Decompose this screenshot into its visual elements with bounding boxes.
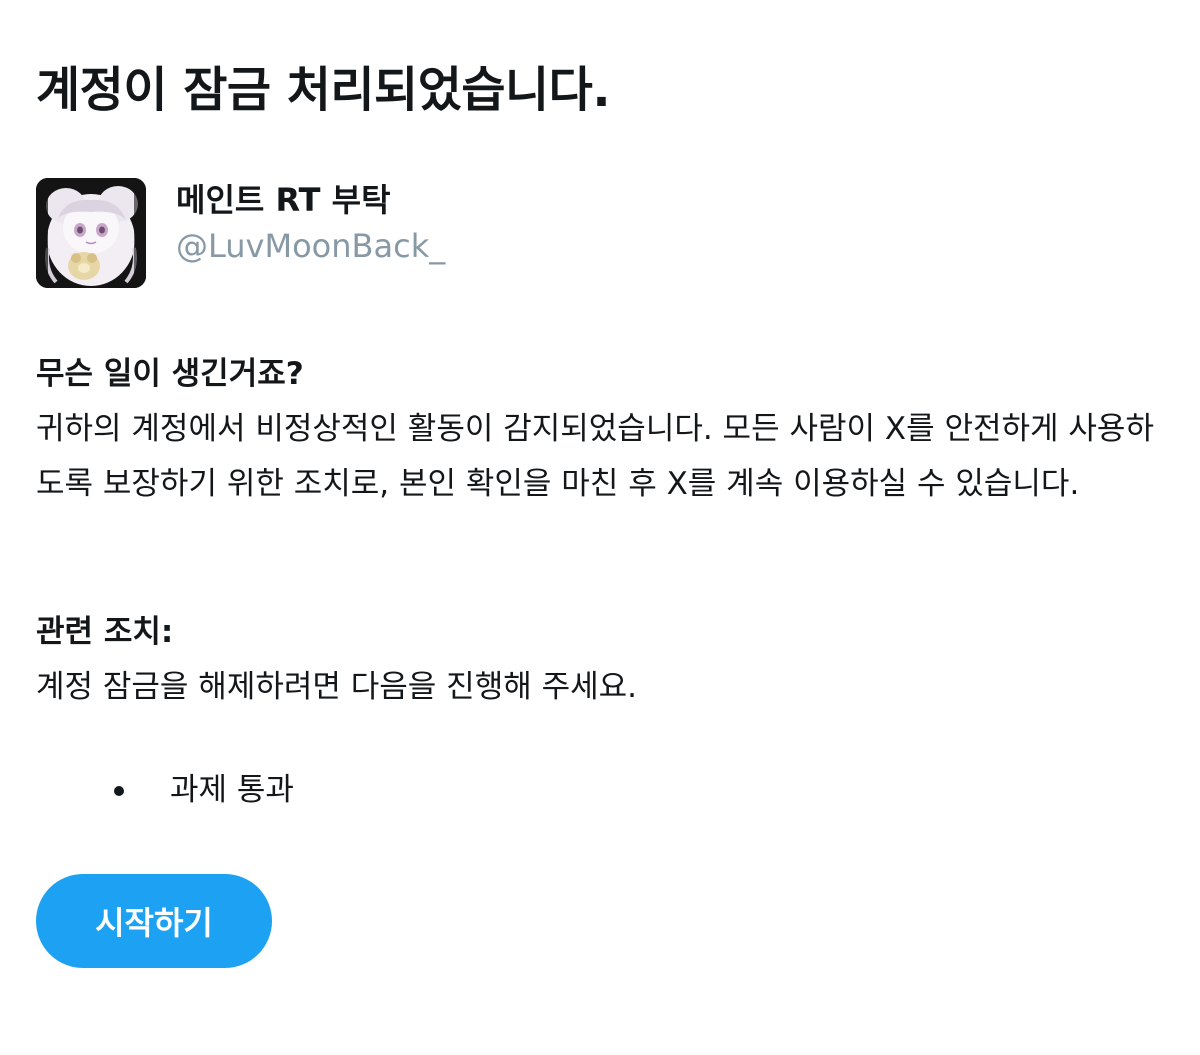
start-button[interactable]: 시작하기 <box>36 874 272 968</box>
account-display-name: 메인트 RT 부탁 <box>176 181 391 219</box>
action-list: 과제 통과 <box>36 766 294 814</box>
bullet-icon <box>114 786 124 796</box>
avatar-illustration-icon <box>36 178 146 288</box>
related-actions-body: 계정 잠금을 해제하려면 다음을 진행해 주세요. <box>36 669 638 705</box>
list-item-label: 과제 통과 <box>170 772 294 808</box>
page-title: 계정이 잠금 처리되었습니다. <box>36 62 611 118</box>
related-actions-heading: 관련 조치: <box>36 614 174 650</box>
what-happened-heading: 무슨 일이 생긴거죠? <box>36 356 304 392</box>
account-card: 메인트 RT 부탁 @LuvMoonBack_ <box>36 178 736 290</box>
what-happened-body: 귀하의 계정에서 비정상적인 활동이 감지되었습니다. 모든 사람이 X를 안전… <box>36 411 1154 502</box>
avatar <box>36 178 146 288</box>
list-item: 과제 통과 <box>36 766 294 814</box>
account-handle: @LuvMoonBack_ <box>176 227 446 265</box>
